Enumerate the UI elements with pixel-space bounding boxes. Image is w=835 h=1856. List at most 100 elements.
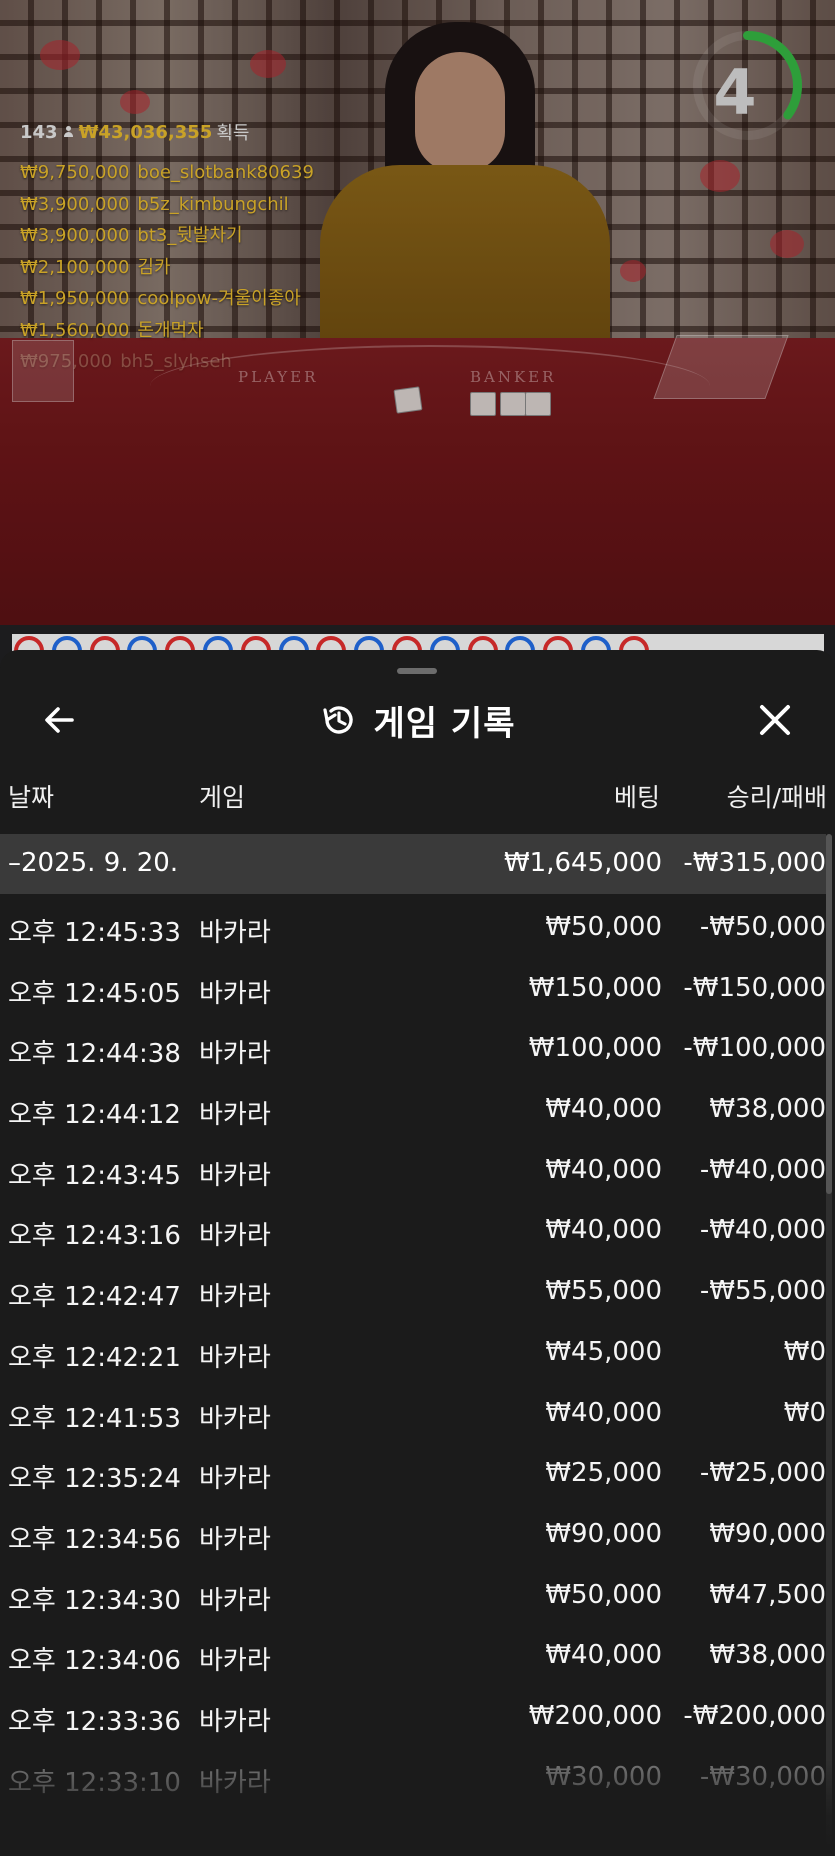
history-row[interactable]: 오후 12:34:30 바카라 ₩50,000 ₩47,500 (0, 1562, 826, 1623)
row-time: 오후 12:44:12 (8, 1100, 181, 1131)
history-icon (322, 706, 353, 734)
row-bet: ₩40,000 (545, 1640, 662, 1671)
row-game: 바카라 (199, 978, 271, 1009)
history-row[interactable]: 오후 12:41:53 바카라 ₩40,000 ₩0 (0, 1380, 826, 1441)
column-header-result: 승리/패배 (726, 783, 827, 812)
won-label: 획득 (216, 123, 250, 144)
winner-row: ₩9,750,000 boe_slotbank80639 (20, 157, 314, 189)
row-bet: ₩150,000 (528, 972, 662, 1003)
row-time: 오후 12:43:16 (8, 1221, 181, 1252)
row-result: ₩38,000 (709, 1094, 826, 1125)
row-time: 오후 12:43:45 (8, 1160, 181, 1191)
row-time: 오후 12:34:30 (8, 1585, 181, 1616)
game-history-sheet: 게임 기록 날짜 게임 베팅 승리/패배 –2025. 9. 20. ₩1,64… (0, 650, 835, 1856)
close-button[interactable] (753, 698, 797, 742)
history-row[interactable]: 오후 12:33:10 바카라 ₩30,000 -₩30,000 (0, 1744, 826, 1805)
winner-name: 돈개먹자 (137, 319, 204, 341)
column-header-bet: 베팅 (613, 783, 660, 812)
scrollbar-thumb[interactable] (826, 834, 832, 1194)
row-time: 오후 12:45:33 (8, 918, 181, 948)
winner-name: boe_slotbank80639 (137, 162, 314, 183)
date-group-row[interactable]: –2025. 9. 20. ₩1,645,000 -₩315,000 (0, 834, 826, 894)
row-time: 오후 12:34:56 (8, 1524, 181, 1555)
arrow-left-icon (45, 707, 74, 733)
row-bet: ₩50,000 (545, 1579, 662, 1610)
countdown-number: 4 (713, 56, 757, 129)
winner-row: ₩2,100,000 김카 (20, 252, 314, 284)
sheet-title: 게임 기록 (373, 703, 516, 744)
column-header-date: 날짜 (8, 783, 55, 812)
row-game: 바카라 (199, 1464, 271, 1495)
row-result: ₩38,000 (709, 1640, 826, 1671)
winner-amount: ₩3,900,000 (20, 225, 130, 246)
winner-row: ₩1,950,000 coolpow-겨울이좋아 (20, 283, 314, 315)
winner-row: ₩3,900,000 bt3_뒷발차기 (20, 220, 314, 252)
winner-name: b5z_kimbungchil (137, 193, 289, 215)
row-result: ₩0 (783, 1397, 826, 1428)
history-row[interactable]: 오후 12:42:21 바카라 ₩45,000 ₩0 (0, 1319, 826, 1380)
row-time: 오후 12:33:36 (8, 1706, 181, 1737)
row-game: 바카라 (199, 1524, 271, 1555)
row-time: 오후 12:35:24 (8, 1464, 181, 1495)
row-bet: ₩200,000 (528, 1700, 662, 1731)
history-row[interactable]: 오후 12:43:16 바카라 ₩40,000 -₩40,000 (0, 1197, 826, 1258)
sheet-title-group: 게임 기록 (0, 680, 835, 760)
history-row[interactable]: 오후 12:33:36 바카라 ₩200,000 -₩200,000 (0, 1683, 826, 1744)
row-bet: ₩40,000 (545, 1397, 662, 1428)
history-row[interactable]: 오후 12:43:45 바카라 ₩40,000 -₩40,000 (0, 1137, 826, 1198)
row-game: 바카라 (199, 1039, 271, 1070)
column-header-game: 게임 (199, 783, 246, 812)
row-bet: ₩45,000 (545, 1336, 662, 1367)
history-row[interactable]: 오후 12:35:24 바카라 ₩25,000 -₩25,000 (0, 1440, 826, 1501)
row-time: 오후 12:45:05 (8, 978, 181, 1009)
row-result: -₩150,000 (683, 972, 826, 1003)
winner-name: 김카 (137, 256, 171, 278)
history-row[interactable]: 오후 12:42:47 바카라 ₩55,000 -₩55,000 (0, 1258, 826, 1319)
history-row[interactable]: 오후 12:44:12 바카라 ₩40,000 ₩38,000 (0, 1076, 826, 1137)
history-row[interactable]: 오후 12:34:06 바카라 ₩40,000 ₩38,000 (0, 1622, 826, 1683)
row-result: -₩30,000 (699, 1761, 826, 1792)
row-result: -₩25,000 (699, 1458, 826, 1489)
winner-amount: ₩2,100,000 (20, 256, 130, 278)
row-time: 오후 12:33:10 (8, 1767, 181, 1798)
close-icon (760, 705, 790, 735)
row-result: -₩50,000 (699, 912, 826, 942)
row-game: 바카라 (199, 1646, 271, 1677)
row-bet: ₩30,000 (545, 1761, 662, 1792)
sheet-grabber[interactable] (397, 668, 437, 674)
row-time: 오후 12:42:47 (8, 1282, 181, 1313)
date-group-bet: ₩1,645,000 (503, 848, 662, 878)
row-game: 바카라 (199, 1706, 271, 1737)
winner-row: ₩975,000 bh5_slyhseh (20, 346, 314, 378)
history-row[interactable]: 오후 12:45:05 바카라 ₩150,000 -₩150,000 (0, 955, 826, 1016)
player-stats: 143 ₩43,036,355 획득 (20, 119, 249, 145)
winner-amount: ₩1,950,000 (20, 288, 130, 309)
row-result: ₩0 (783, 1336, 826, 1367)
row-result: -₩200,000 (683, 1700, 826, 1731)
row-bet: ₩40,000 (545, 1215, 662, 1246)
sheet-header: 게임 기록 (0, 680, 835, 760)
history-row[interactable]: 오후 12:44:38 바카라 ₩100,000 -₩100,000 (0, 1015, 826, 1076)
winner-row: ₩3,900,000 b5z_kimbungchil (20, 189, 314, 221)
winner-amount: ₩975,000 (20, 351, 113, 372)
history-list: 오후 12:45:33 바카라 ₩50,000 -₩50,000 오후 12:45:05… (0, 894, 826, 1804)
row-bet: ₩40,000 (545, 1154, 662, 1185)
winner-name: coolpow-겨울이좋아 (137, 288, 301, 309)
row-game: 바카라 (199, 1282, 271, 1313)
row-result: -₩40,000 (699, 1154, 826, 1185)
back-button[interactable] (38, 698, 82, 742)
history-row[interactable]: 오후 12:34:56 바카라 ₩90,000 ₩90,000 (0, 1501, 826, 1562)
row-result: -₩55,000 (699, 1276, 826, 1307)
row-result: ₩90,000 (709, 1518, 826, 1549)
row-game: 바카라 (199, 1221, 271, 1252)
row-time: 오후 12:44:38 (8, 1039, 181, 1070)
row-time: 오후 12:34:06 (8, 1646, 181, 1677)
row-result: -₩40,000 (699, 1215, 826, 1246)
row-game: 바카라 (199, 1767, 271, 1798)
row-game: 바카라 (199, 1585, 271, 1616)
row-game: 바카라 (199, 1160, 271, 1191)
winner-amount: ₩3,900,000 (20, 193, 130, 215)
scrollbar[interactable] (826, 834, 832, 1844)
history-row[interactable]: 오후 12:45:33 바카라 ₩50,000 -₩50,000 (0, 894, 826, 955)
winners-list: ₩9,750,000 boe_slotbank80639 ₩3,900,000 b5z… (20, 157, 314, 378)
